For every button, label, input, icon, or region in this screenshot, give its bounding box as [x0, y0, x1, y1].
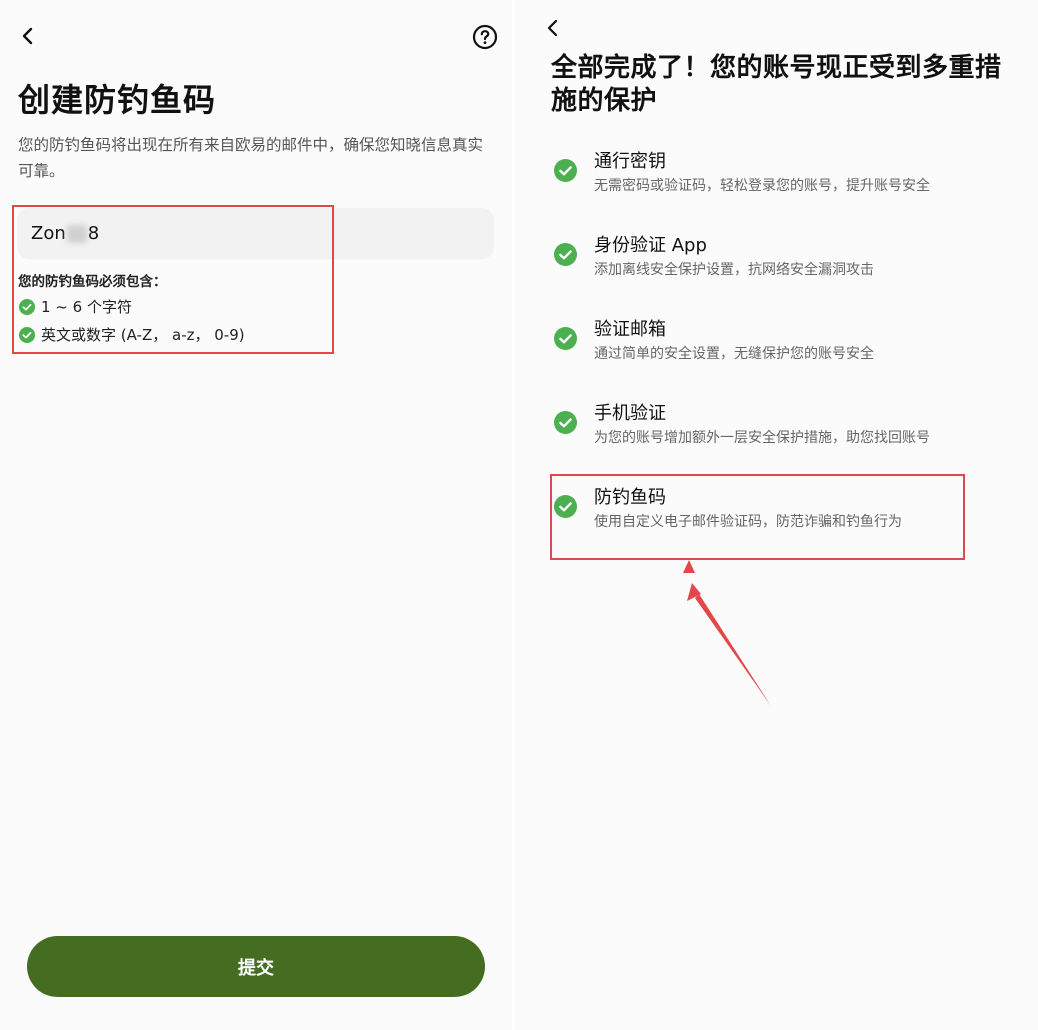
chevron-left-icon: [22, 27, 33, 45]
check-circle-icon: [554, 327, 577, 350]
security-item-description: 无需密码或验证码，轻松登录您的账号，提升账号安全: [594, 178, 930, 194]
security-item-phone[interactable]: 手机验证 为您的账号增加额外一层安全保护措施，助您找回账号: [554, 399, 1024, 459]
code-value-prefix: Zon: [31, 223, 66, 244]
check-circle-icon: [554, 159, 577, 182]
security-item-name: 验证邮箱: [594, 319, 666, 340]
security-item-name: 通行密钥: [594, 151, 666, 172]
check-circle-icon: [19, 326, 35, 343]
page-title: 创建防钓鱼码: [18, 81, 217, 119]
submit-button[interactable]: 提交: [27, 936, 485, 997]
security-summary-screen: 全部完成了！您的账号现正受到多重措施的保护 通行密钥 无需密码或验证码，轻松登录…: [515, 0, 1038, 1030]
check-circle-icon: [554, 243, 577, 266]
security-item-anti-phishing[interactable]: 防钓鱼码 使用自定义电子邮件验证码，防范诈骗和钓鱼行为: [554, 483, 1024, 543]
security-item-email[interactable]: 验证邮箱 通过简单的安全设置，无缝保护您的账号安全: [554, 315, 1024, 375]
anti-phishing-code-input[interactable]: Zon 8: [17, 208, 494, 259]
requirement-label: 1 ~ 6 个字符: [41, 298, 132, 316]
security-item-description: 通过简单的安全设置，无缝保护您的账号安全: [594, 346, 874, 362]
security-item-name: 防钓鱼码: [594, 487, 666, 508]
security-item-description: 为您的账号增加额外一层安全保护措施，助您找回账号: [594, 430, 930, 446]
security-item-description: 添加离线安全保护设置，抗网络安全漏洞攻击: [594, 262, 874, 278]
help-button[interactable]: [472, 24, 498, 50]
security-item-name: 身份验证 App: [594, 235, 707, 256]
redacted-mask: [66, 224, 87, 243]
security-item-name: 手机验证: [594, 403, 666, 424]
back-button[interactable]: [541, 16, 565, 40]
requirement-item: 英文或数字 (A-Z， a-z， 0-9): [19, 324, 245, 345]
check-circle-icon: [554, 411, 577, 434]
security-item-description: 使用自定义电子邮件验证码，防范诈骗和钓鱼行为: [594, 514, 902, 530]
question-circle-icon: [472, 24, 498, 50]
check-circle-icon: [19, 298, 35, 315]
page-description: 您的防钓鱼码将出现在所有来自欧易的邮件中，确保您知晓信息真实可靠。: [18, 136, 484, 180]
check-circle-icon: [554, 495, 577, 518]
requirements-title: 您的防钓鱼码必须包含：: [18, 274, 167, 290]
code-value-suffix: 8: [87, 223, 100, 244]
requirement-item: 1 ~ 6 个字符: [19, 296, 132, 317]
security-item-authenticator[interactable]: 身份验证 App 添加离线安全保护设置，抗网络安全漏洞攻击: [554, 231, 1024, 291]
security-item-passkey[interactable]: 通行密钥 无需密码或验证码，轻松登录您的账号，提升账号安全: [554, 147, 1024, 207]
create-anti-phishing-screen: 创建防钓鱼码 您的防钓鱼码将出现在所有来自欧易的邮件中，确保您知晓信息真实可靠。…: [0, 0, 512, 1030]
back-button[interactable]: [16, 24, 40, 48]
requirement-label: 英文或数字 (A-Z， a-z， 0-9): [41, 326, 245, 344]
completion-title: 全部完成了！您的账号现正受到多重措施的保护: [551, 53, 1002, 116]
chevron-left-icon: [547, 19, 558, 37]
